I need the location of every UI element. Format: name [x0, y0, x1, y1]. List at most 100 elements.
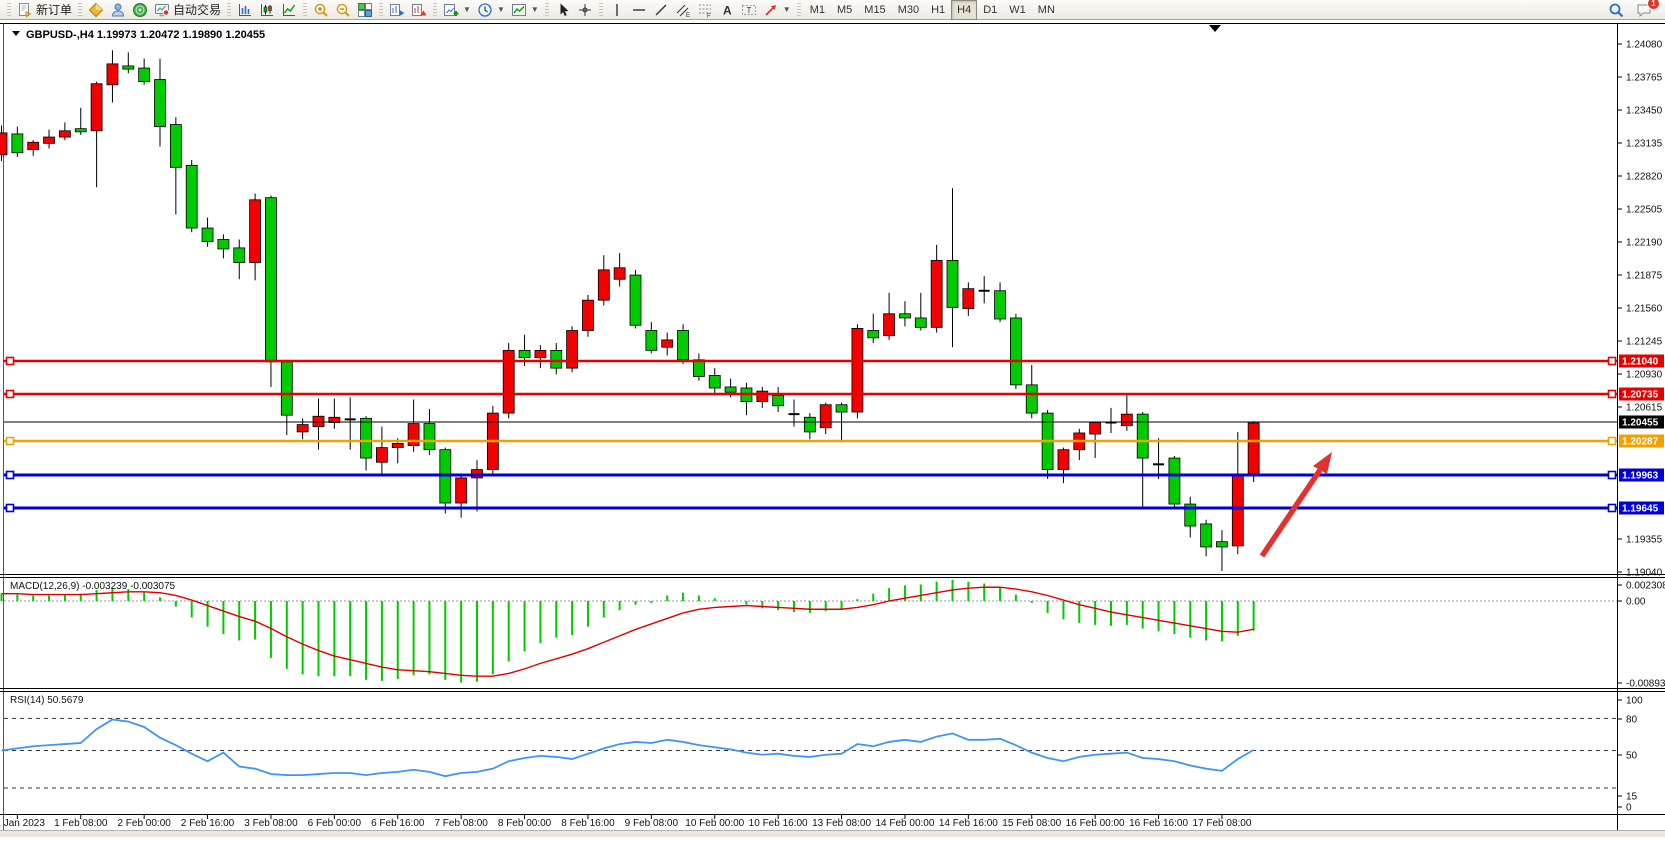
candle-body	[725, 387, 736, 392]
candle-body	[1058, 450, 1069, 470]
indicators-button[interactable]: ▼	[508, 0, 542, 20]
candle-body	[995, 291, 1006, 319]
trendline-button[interactable]	[650, 0, 672, 20]
chart-canvas[interactable]: GBPUSD-,H4 1.19973 1.20472 1.19890 1.204…	[0, 20, 1665, 837]
toolbar-grip	[303, 3, 307, 17]
horizontal-line-button[interactable]	[628, 0, 650, 20]
candle-body	[392, 443, 403, 447]
chart-window[interactable]: GBPUSD-,H4 1.19973 1.20472 1.19890 1.204…	[0, 20, 1665, 837]
line-chart-button[interactable]	[278, 0, 300, 20]
notifications-button[interactable]: 1	[1633, 0, 1655, 20]
text-button[interactable]: A	[716, 0, 738, 20]
zoom-out-icon	[335, 2, 351, 18]
status-strip	[0, 830, 1665, 837]
candle-body	[757, 391, 768, 401]
candle-body	[424, 424, 435, 450]
level-line-handle[interactable]	[7, 391, 14, 398]
macd-axis-label: 0.00	[1626, 597, 1646, 608]
timeframe-m1-button[interactable]: M1	[804, 0, 831, 20]
rsi-axis-label: 50	[1626, 751, 1638, 762]
zoom-out-button[interactable]	[332, 0, 354, 20]
level-line-handle[interactable]	[7, 358, 14, 365]
quotes-button[interactable]	[85, 0, 107, 20]
candle-body	[567, 330, 578, 368]
level-line-handle[interactable]	[7, 438, 14, 445]
time-axis-label: 16 Feb 00:00	[1066, 818, 1125, 829]
candle-body	[773, 395, 784, 405]
level-line-handle[interactable]	[1609, 505, 1616, 512]
cursor-button[interactable]	[552, 0, 574, 20]
vertical-line-button[interactable]	[606, 0, 628, 20]
time-axis-label: 10 Feb 00:00	[685, 818, 744, 829]
price-badge-value: 1.21040	[1622, 357, 1659, 368]
timeframe-w1-button[interactable]: W1	[1003, 0, 1032, 20]
timeframe-mn-button[interactable]: MN	[1032, 0, 1061, 20]
candlestick-chart-button[interactable]	[256, 0, 278, 20]
new-order-button[interactable]: 新订单	[14, 0, 75, 20]
chart-title: GBPUSD-,H4 1.19973 1.20472 1.19890 1.204…	[26, 29, 265, 41]
timeframe-h1-button[interactable]: H1	[925, 0, 951, 20]
macd-label: MACD(12,26,9) -0.003239 -0.003075	[10, 581, 176, 592]
macd-axis-label: -0.008939	[1626, 679, 1665, 690]
periods-button[interactable]: ▼	[474, 0, 508, 20]
time-axis-label: 13 Feb 08:00	[812, 818, 871, 829]
candle-body	[170, 125, 181, 168]
candle-body	[234, 248, 245, 263]
candle-body	[899, 314, 910, 318]
timeframe-m15-button[interactable]: M15	[858, 0, 891, 20]
candle-body	[868, 330, 879, 337]
text-label-button[interactable]: T	[738, 0, 760, 20]
candle-body	[313, 416, 324, 426]
search-button[interactable]	[1605, 0, 1627, 20]
market-watch-button[interactable]	[129, 0, 151, 20]
candle-body	[646, 330, 657, 350]
timeframe-h4-button[interactable]: H4	[951, 0, 977, 20]
arrows-button[interactable]: ▼	[760, 0, 794, 20]
candle-body	[59, 131, 70, 137]
price-axis-label: 1.23450	[1626, 106, 1663, 117]
timeframe-m5-button[interactable]: M5	[831, 0, 858, 20]
cascade-charts-button[interactable]	[408, 0, 430, 20]
search-icon	[1608, 2, 1624, 18]
equidistant-channel-button[interactable]: E	[672, 0, 694, 20]
profile-button[interactable]	[107, 0, 129, 20]
zoom-in-button[interactable]	[310, 0, 332, 20]
bar-chart-button[interactable]	[234, 0, 256, 20]
indicators-icon	[511, 2, 527, 18]
candle-body	[218, 240, 229, 249]
time-axis-label: 16 Feb 16:00	[1129, 818, 1188, 829]
rsi-axis-label: 15	[1626, 792, 1638, 803]
candle-body	[1248, 423, 1259, 473]
toolbar-grip	[78, 3, 82, 17]
arrange-charts-button[interactable]	[386, 0, 408, 20]
trendline-icon	[653, 2, 669, 18]
tile-windows-button[interactable]	[354, 0, 376, 20]
toolbar-grip	[545, 3, 549, 17]
zoom-in-icon	[313, 2, 329, 18]
candle-body	[804, 417, 815, 432]
dropdown-arrow-icon[interactable]: ▼	[463, 5, 471, 14]
candle-body	[281, 362, 292, 415]
fibonacci-button[interactable]: F	[694, 0, 716, 20]
time-axis-label: 15 Feb 08:00	[1002, 818, 1061, 829]
price-badge-value: 1.19645	[1622, 504, 1659, 515]
notification-badge: 1	[1647, 0, 1660, 10]
dropdown-arrow-icon[interactable]: ▼	[783, 5, 791, 14]
level-line-handle[interactable]	[1609, 438, 1616, 445]
candle-body	[947, 260, 958, 307]
level-line-handle[interactable]	[1609, 358, 1616, 365]
level-line-handle[interactable]	[7, 472, 14, 479]
auto-trading-button[interactable]: 自动交易	[151, 0, 224, 20]
candle-body	[0, 133, 7, 155]
level-line-handle[interactable]	[7, 505, 14, 512]
timeframe-m30-button[interactable]: M30	[892, 0, 925, 20]
timeframe-d1-button[interactable]: D1	[977, 0, 1003, 20]
crosshair-button[interactable]	[574, 0, 596, 20]
dropdown-arrow-icon[interactable]: ▼	[531, 5, 539, 14]
dropdown-arrow-icon[interactable]: ▼	[497, 5, 505, 14]
toolbar-grip	[379, 3, 383, 17]
toolbar-grip	[227, 3, 231, 17]
new-chart-button[interactable]: ▼	[440, 0, 474, 20]
level-line-handle[interactable]	[1609, 391, 1616, 398]
level-line-handle[interactable]	[1609, 472, 1616, 479]
